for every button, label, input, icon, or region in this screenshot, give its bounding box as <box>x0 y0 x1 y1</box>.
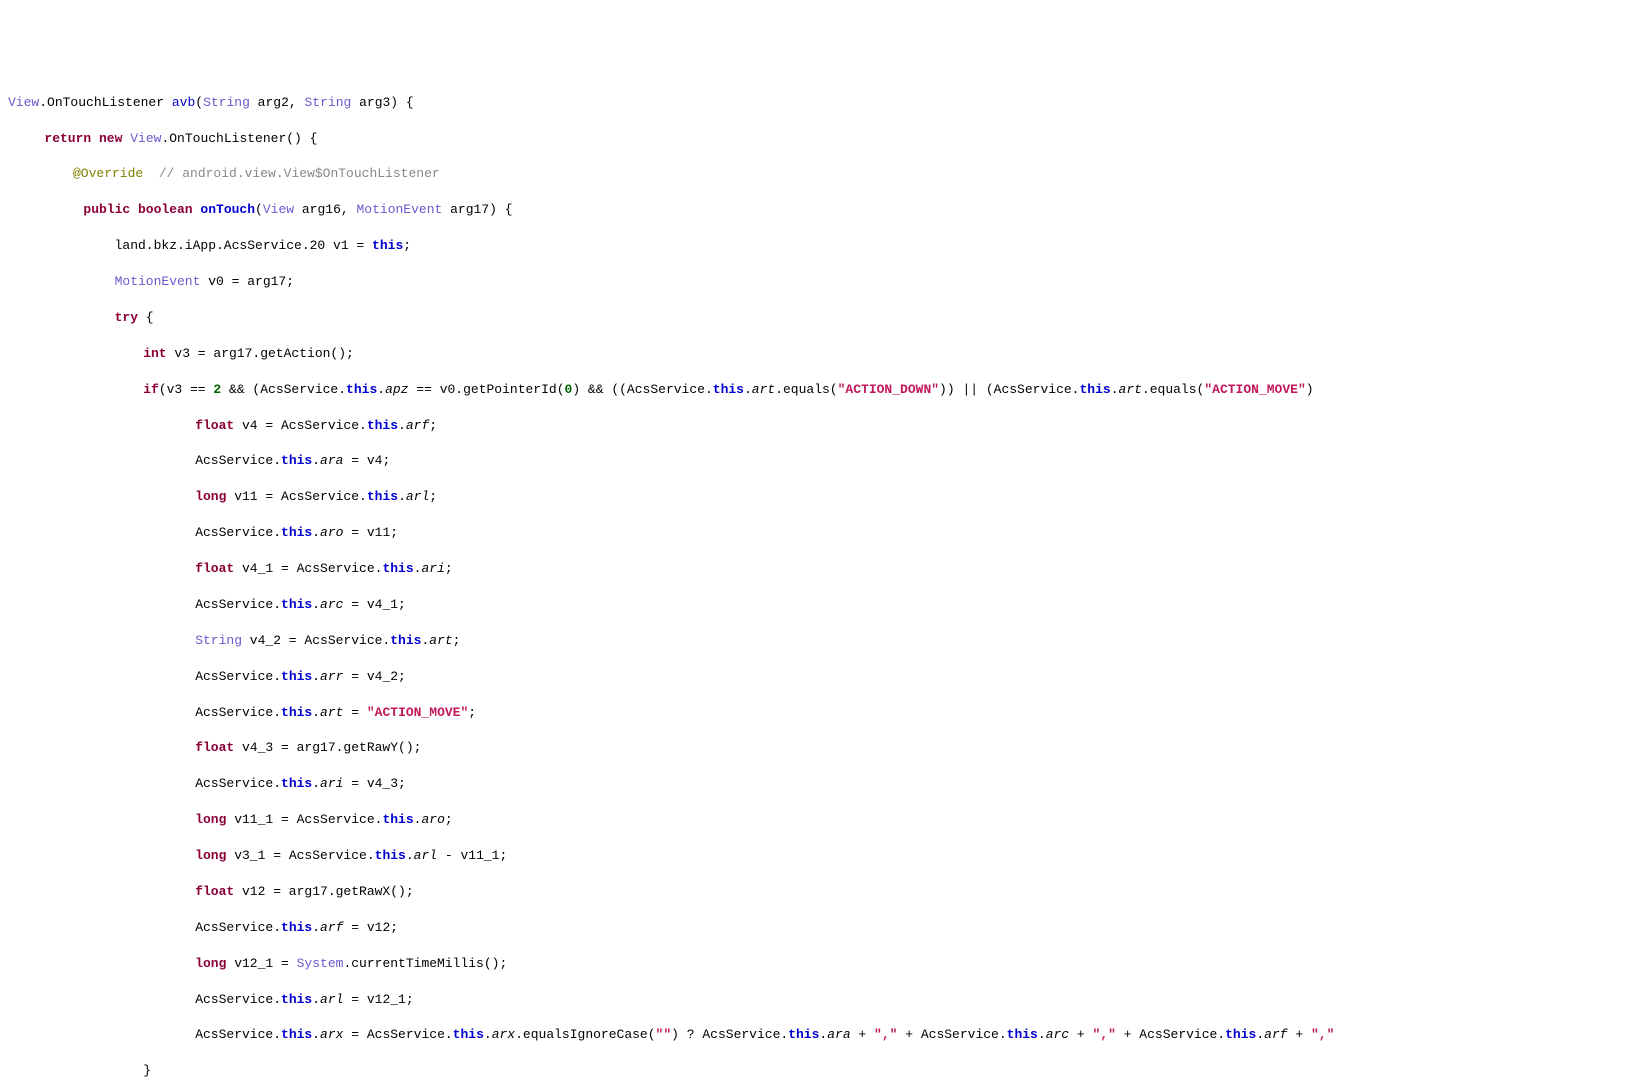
code-line: long v12_1 = System.currentTimeMillis(); <box>8 955 1636 973</box>
code-line: AcsService.this.arl = v12_1; <box>8 991 1636 1009</box>
code-line: AcsService.this.arf = v12; <box>8 919 1636 937</box>
code-line: AcsService.this.aro = v11; <box>8 524 1636 542</box>
code-line: try { <box>8 309 1636 327</box>
code-line: float v4 = AcsService.this.arf; <box>8 417 1636 435</box>
code-line: AcsService.this.ari = v4_3; <box>8 775 1636 793</box>
code-line: AcsService.this.arc = v4_1; <box>8 596 1636 614</box>
code-block: View.OnTouchListener avb(String arg2, St… <box>8 76 1636 1088</box>
code-line: } <box>8 1062 1636 1080</box>
code-line: float v12 = arg17.getRawX(); <box>8 883 1636 901</box>
code-line: AcsService.this.art = "ACTION_MOVE"; <box>8 704 1636 722</box>
code-line: AcsService.this.arx = AcsService.this.ar… <box>8 1026 1636 1044</box>
code-line: long v3_1 = AcsService.this.arl - v11_1; <box>8 847 1636 865</box>
code-line: View.OnTouchListener avb(String arg2, St… <box>8 94 1636 112</box>
code-line: AcsService.this.ara = v4; <box>8 452 1636 470</box>
code-line: long v11 = AcsService.this.arl; <box>8 488 1636 506</box>
code-line: AcsService.this.arr = v4_2; <box>8 668 1636 686</box>
code-line: return new View.OnTouchListener() { <box>8 130 1636 148</box>
code-line: float v4_3 = arg17.getRawY(); <box>8 739 1636 757</box>
code-line: if(v3 == 2 && (AcsService.this.apz == v0… <box>8 381 1636 399</box>
code-line: land.bkz.iApp.AcsService.20 v1 = this; <box>8 237 1636 255</box>
code-line: String v4_2 = AcsService.this.art; <box>8 632 1636 650</box>
code-line: @Override // android.view.View$OnTouchLi… <box>8 165 1636 183</box>
code-line: int v3 = arg17.getAction(); <box>8 345 1636 363</box>
code-line: MotionEvent v0 = arg17; <box>8 273 1636 291</box>
code-line: public boolean onTouch(View arg16, Motio… <box>8 201 1636 219</box>
code-line: long v11_1 = AcsService.this.aro; <box>8 811 1636 829</box>
code-line: float v4_1 = AcsService.this.ari; <box>8 560 1636 578</box>
